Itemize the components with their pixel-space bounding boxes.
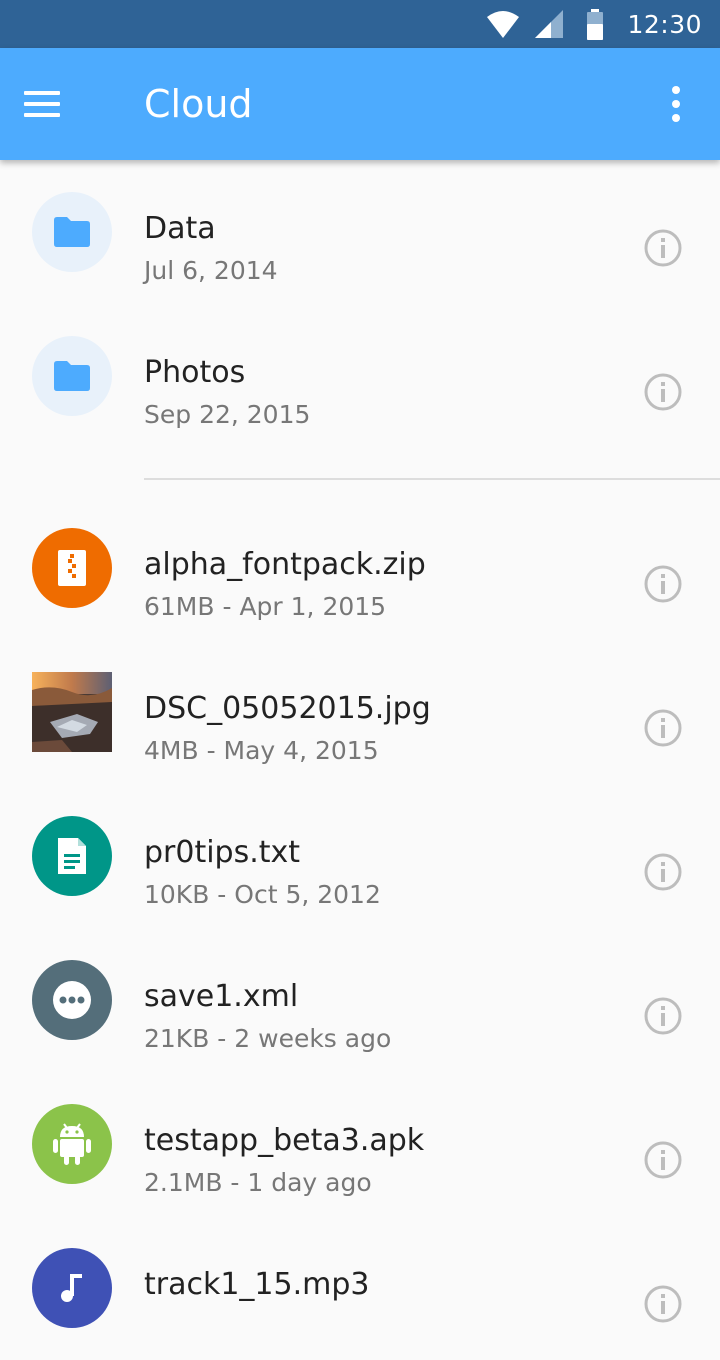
section-divider (144, 478, 720, 480)
info-icon[interactable] (643, 564, 683, 604)
item-name: pr0tips.txt (144, 835, 301, 870)
item-name: save1.xml (144, 979, 299, 1014)
wifi-icon (487, 11, 520, 38)
document-icon (58, 838, 86, 874)
info-icon[interactable] (643, 1284, 683, 1324)
file-avatar-mp3 (32, 1248, 112, 1328)
list-item-folder-data[interactable]: Data Jul 6, 2014 (0, 160, 720, 304)
list-item-file[interactable]: alpha_fontpack.zip 61MB - Apr 1, 2015 (0, 496, 720, 640)
item-name: alpha_fontpack.zip (144, 547, 426, 582)
info-icon[interactable] (643, 372, 683, 412)
app-bar: Cloud (0, 48, 720, 160)
status-bar: 12:30 (0, 0, 720, 48)
item-name: Photos (144, 355, 246, 390)
app-title: Cloud (144, 82, 253, 126)
more-horiz-icon (53, 981, 91, 1019)
list-item-file[interactable]: DSC_05052015.jpg 4MB - May 4, 2015 (0, 640, 720, 784)
item-name: track1_15.mp3 (144, 1267, 370, 1302)
music-icon (61, 1274, 82, 1302)
status-icons: 12:30 (483, 0, 702, 48)
list-item-file[interactable]: save1.xml 21KB - 2 weeks ago (0, 928, 720, 1072)
status-time: 12:30 (627, 9, 702, 39)
file-avatar-xml (32, 960, 112, 1040)
file-avatar-txt (32, 816, 112, 896)
list-item-file[interactable]: testapp_beta3.apk 2.1MB - 1 day ago (0, 1072, 720, 1216)
file-avatar-zip (32, 528, 112, 608)
folder-icon (54, 217, 90, 247)
list-item-file[interactable]: pr0tips.txt 10KB - Oct 5, 2012 (0, 784, 720, 928)
item-date: Jul 6, 2014 (144, 256, 278, 285)
folder-avatar (32, 192, 112, 272)
folder-icon (54, 361, 90, 391)
menu-button[interactable] (24, 80, 88, 128)
info-icon[interactable] (643, 996, 683, 1036)
item-meta: 10KB - Oct 5, 2012 (144, 880, 381, 909)
item-date: Sep 22, 2015 (144, 400, 311, 429)
item-meta: 2.1MB - 1 day ago (144, 1168, 372, 1197)
item-name: Data (144, 211, 216, 246)
item-meta: 4MB - May 4, 2015 (144, 736, 379, 765)
item-meta: 61MB - Apr 1, 2015 (144, 592, 387, 621)
cell-signal-icon (535, 10, 564, 38)
hamburger-menu-icon (24, 91, 60, 117)
file-avatar-apk (32, 1104, 112, 1184)
item-name: testapp_beta3.apk (144, 1123, 425, 1158)
image-thumbnail (32, 672, 112, 752)
more-vert-icon (672, 86, 680, 94)
item-name: DSC_05052015.jpg (144, 691, 431, 726)
battery-icon (587, 9, 604, 40)
info-icon[interactable] (643, 708, 683, 748)
info-icon[interactable] (643, 852, 683, 892)
list-item-folder-photos[interactable]: Photos Sep 22, 2015 (0, 304, 720, 448)
zip-icon (58, 550, 86, 586)
list-item-file[interactable]: track1_15.mp3 (0, 1216, 720, 1360)
item-meta: 21KB - 2 weeks ago (144, 1024, 392, 1053)
info-icon[interactable] (643, 228, 683, 268)
android-icon (53, 1123, 91, 1165)
overflow-menu-button[interactable] (656, 80, 696, 128)
folder-avatar (32, 336, 112, 416)
info-icon[interactable] (643, 1140, 683, 1180)
